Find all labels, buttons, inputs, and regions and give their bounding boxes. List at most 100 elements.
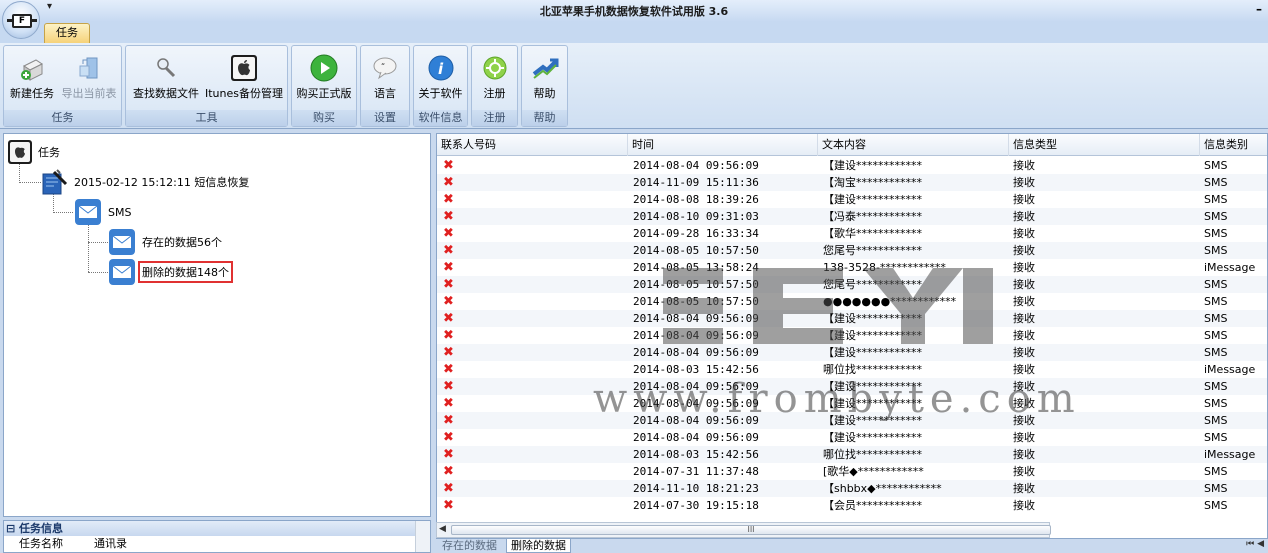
gear-icon (483, 56, 506, 80)
table-cell: 2014-11-10 18:21:23 (633, 482, 759, 495)
table-cell: 接收 (1013, 193, 1035, 206)
task-info-panel: ⊟ 任务信息 任务名称 通讯录 (3, 520, 431, 553)
table-cell: 接收 (1013, 227, 1035, 240)
app-menu-button[interactable]: F (2, 1, 40, 39)
scroll-thumb[interactable]: III (451, 525, 1051, 535)
table-row[interactable]: ✖ 2014-08-05 13:58:24 138-3528-***********… (437, 259, 1267, 276)
export-table-button[interactable]: 导出当前表 (58, 48, 120, 110)
table-row[interactable]: ✖ 2014-08-04 09:56:09 【建设************ 接收 SMS (437, 344, 1267, 361)
table-row[interactable]: ✖ 2014-07-30 19:15:18 【会员************ 接收 SMS (437, 497, 1267, 514)
table-row[interactable]: ✖ 2014-08-04 09:56:09 【建设************ 接收 SMS (437, 412, 1267, 429)
table-row[interactable]: ✖ 2014-08-03 15:42:56 哪位找************ 接收 iMe… (437, 446, 1267, 463)
deleted-x-icon: ✖ (443, 175, 454, 190)
table-cell: 2014-11-09 15:11:36 (633, 176, 759, 189)
minimize-button[interactable]: – (1256, 2, 1262, 16)
language-button[interactable]: “ 语言 (362, 48, 408, 110)
table-cell: SMS (1204, 329, 1228, 342)
table-row[interactable]: ✖ 2014-08-04 09:56:09 【建设************ 接收 SMS (437, 327, 1267, 344)
table-row[interactable]: ✖ 2014-08-05 10:57:50 ●●●●●●●************ 接… (437, 293, 1267, 310)
tree-node-root[interactable]: 任务 (8, 139, 60, 165)
info-scrollbar[interactable] (415, 521, 430, 552)
deleted-x-icon: ✖ (443, 311, 454, 326)
table-row[interactable]: ✖ 2014-09-28 16:33:34 【歌华************ 接收 SMS (437, 225, 1267, 242)
table-row[interactable]: ✖ 2014-08-05 10:57:50 您尾号************ 接收 SMS (437, 242, 1267, 259)
new-task-label: 新建任务 (10, 87, 54, 100)
table-cell: 接收 (1013, 176, 1035, 189)
table-cell: 【会员************ (823, 499, 922, 512)
ribbon-group-tools: 查找数据文件 Itunes备份管理 工具 (125, 45, 288, 127)
table-cell: 接收 (1013, 346, 1035, 359)
deleted-x-icon: ✖ (443, 345, 454, 360)
ribbon-group-label: 软件信息 (414, 110, 467, 126)
table-cell: 接收 (1013, 210, 1035, 223)
ribbon-group-settings: “ 语言 设置 (360, 45, 410, 127)
table-cell: SMS (1204, 159, 1228, 172)
table-row[interactable]: ✖ 2014-08-08 18:39:26 【建设************ 接收 SMS (437, 191, 1267, 208)
table-row[interactable]: ✖ 2014-08-03 15:42:56 哪位找************ 接收 iMe… (437, 361, 1267, 378)
tab-task[interactable]: 任务 (44, 23, 90, 43)
tree-node-existing[interactable]: 存在的数据56个 (108, 229, 222, 255)
table-cell: SMS (1204, 482, 1228, 495)
table-row[interactable]: ✖ 2014-08-04 09:56:09 【建设************ 接收 SMS (437, 157, 1267, 174)
ribbon: 新建任务 导出当前表 任务 查找数据文件 Itunes备份管理 工具 购买正式版… (0, 43, 1268, 129)
table-row[interactable]: ✖ 2014-08-10 09:31:03 【冯泰************ 接收 SMS (437, 208, 1267, 225)
register-button[interactable]: 注册 (473, 48, 516, 110)
table-cell: 接收 (1013, 431, 1035, 444)
tree-connector (19, 182, 41, 183)
ribbon-group-task: 新建任务 导出当前表 任务 (3, 45, 122, 127)
table-row[interactable]: ✖ 2014-11-10 18:21:23 【shbbx◆************ 接… (437, 480, 1267, 497)
grid-bottom-tabs: 存在的数据 删除的数据 ⏮ ◀ (436, 539, 1268, 553)
help-button[interactable]: 帮助 (523, 48, 566, 110)
table-row[interactable]: ✖ 2014-08-04 09:56:09 【建设************ 接收 SMS (437, 378, 1267, 395)
table-row[interactable]: ✖ 2014-08-04 09:56:09 【建设************ 接收 SMS (437, 310, 1267, 327)
envelope-icon (75, 199, 101, 225)
collapse-icon[interactable]: ⊟ (6, 522, 19, 535)
deleted-x-icon: ✖ (443, 430, 454, 445)
table-cell: SMS (1204, 193, 1228, 206)
column-header[interactable]: 信息类型 (1009, 134, 1200, 156)
table-row[interactable]: ✖ 2014-07-31 11:37:48 [歌华◆************ 接收 SM… (437, 463, 1267, 480)
title-bar: ▾ 北亚苹果手机数据恢复软件试用版 3.6 – (0, 0, 1268, 22)
table-row[interactable]: ✖ 2014-08-04 09:56:09 【建设************ 接收 SMS (437, 395, 1267, 412)
tree-node-sms[interactable]: SMS (74, 199, 131, 225)
table-cell: SMS (1204, 431, 1228, 444)
column-header[interactable]: 时间 (628, 134, 818, 156)
table-cell: 2014-08-03 15:42:56 (633, 448, 759, 461)
ribbon-group-label: 工具 (126, 110, 287, 126)
table-cell: 2014-08-08 18:39:26 (633, 193, 759, 206)
grid-hscrollbar[interactable]: ◀ III (436, 522, 1051, 538)
column-header[interactable]: 信息类别 (1200, 134, 1267, 156)
about-button[interactable]: i 关于软件 (415, 48, 466, 110)
deleted-x-icon: ✖ (443, 362, 454, 377)
scroll-left-icon[interactable]: ◀ (439, 524, 446, 534)
find-data-file-button[interactable]: 查找数据文件 (129, 48, 203, 110)
table-cell: SMS (1204, 414, 1228, 427)
deleted-x-icon: ✖ (443, 328, 454, 343)
table-cell: SMS (1204, 397, 1228, 410)
tree-node-deleted[interactable]: 删除的数据148个 (108, 259, 233, 285)
tree-connector (53, 212, 73, 213)
table-cell: 2014-08-04 09:56:09 (633, 159, 759, 172)
tree-node-task[interactable]: 2015-02-12 15:12:11 短信息恢复 (40, 169, 249, 195)
envelope-icon (109, 259, 135, 285)
table-row[interactable]: ✖ 2014-08-05 10:57:50 您尾号************ 接收 SMS (437, 276, 1267, 293)
new-task-button[interactable]: 新建任务 (6, 48, 58, 110)
deleted-x-icon: ✖ (443, 498, 454, 513)
ribbon-group-label: 任务 (4, 110, 121, 126)
column-header[interactable]: 联系人号码 (437, 134, 628, 156)
ribbon-group-label: 注册 (472, 110, 517, 126)
buy-full-version-button[interactable]: 购买正式版 (293, 48, 355, 110)
task-info-header[interactable]: ⊟ 任务信息 (4, 521, 430, 536)
table-cell: 138-3528-************ (823, 261, 946, 274)
table-cell: 2014-08-04 09:56:09 (633, 414, 759, 427)
tab-nav-icons[interactable]: ⏮ ◀ (1246, 539, 1264, 549)
tab-deleted-data[interactable]: 删除的数据 (506, 539, 571, 553)
table-row[interactable]: ✖ 2014-11-09 15:11:36 【淘宝************ 接收 SMS (437, 174, 1267, 191)
column-header[interactable]: 文本内容 (818, 134, 1009, 156)
export-table-label: 导出当前表 (61, 87, 117, 100)
table-cell: SMS (1204, 380, 1228, 393)
itunes-backup-button[interactable]: Itunes备份管理 (203, 48, 285, 110)
tab-existing-data[interactable]: 存在的数据 (438, 539, 501, 553)
table-row[interactable]: ✖ 2014-08-04 09:56:09 【建设************ 接收 SMS (437, 429, 1267, 446)
table-cell: 【建设************ (823, 193, 922, 206)
